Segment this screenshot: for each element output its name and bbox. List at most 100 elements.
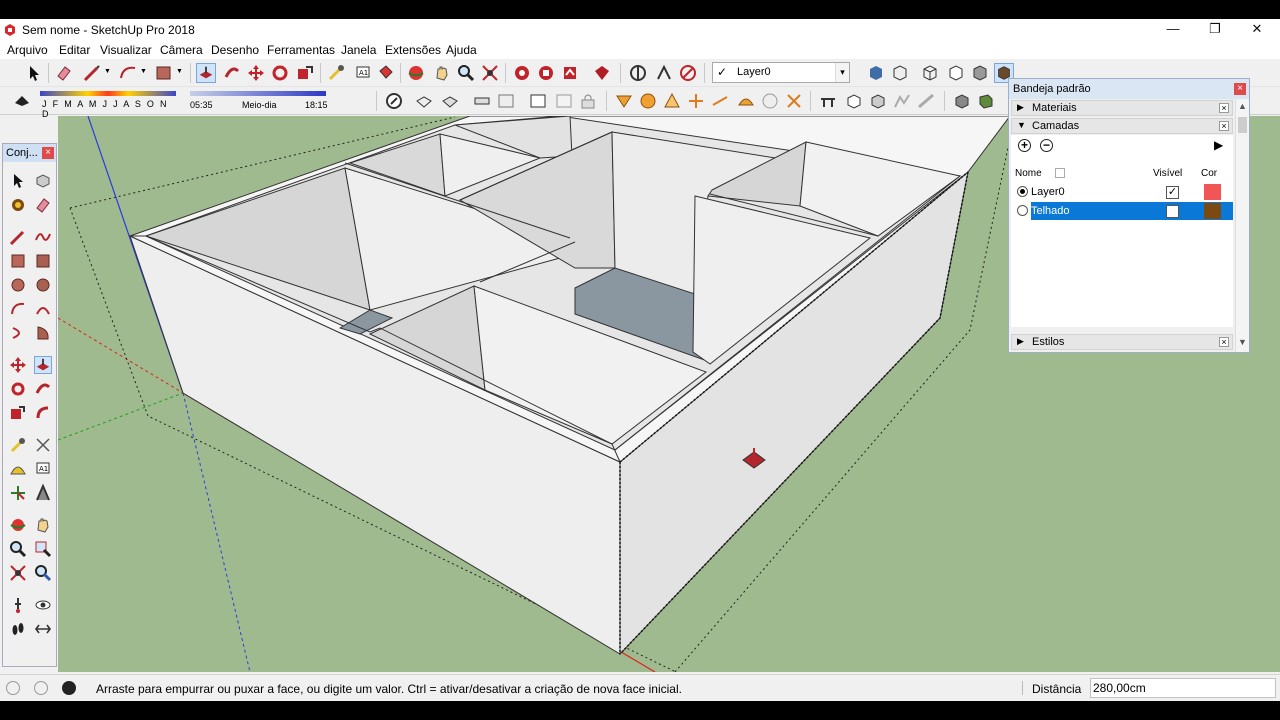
rotate-icon[interactable] <box>9 380 27 398</box>
protractor-icon[interactable] <box>9 460 27 478</box>
photo-textures-icon[interactable] <box>916 91 936 111</box>
hidden-line-style-icon[interactable] <box>946 63 966 83</box>
sandbox-from-contours-icon[interactable] <box>384 91 404 111</box>
follow-me-icon[interactable] <box>222 63 242 83</box>
eraser-icon[interactable] <box>34 196 52 214</box>
section-plane-icon[interactable] <box>34 620 52 638</box>
active-layer-radio[interactable] <box>1017 205 1028 216</box>
expand-arrow-icon[interactable]: ▶ <box>1017 336 1024 347</box>
circle-icon[interactable] <box>9 276 27 294</box>
user-account-icon[interactable] <box>62 681 76 695</box>
drape-icon[interactable] <box>496 91 516 111</box>
layer-name[interactable]: Layer0 <box>1031 183 1163 201</box>
push-pull-icon[interactable] <box>196 63 216 83</box>
line-pencil-icon[interactable] <box>82 63 102 83</box>
layer-row[interactable]: Telhado <box>1011 202 1233 220</box>
scroll-up-icon[interactable]: ▲ <box>1238 101 1247 111</box>
chevron-down-icon[interactable]: ▾ <box>835 63 849 82</box>
menu-editar[interactable]: Editar <box>59 43 90 57</box>
active-layer-radio[interactable] <box>1017 186 1028 197</box>
shadows-toggle-icon[interactable] <box>12 91 32 111</box>
orbit-icon[interactable] <box>406 63 426 83</box>
pie-icon[interactable] <box>34 324 52 342</box>
wireframe-style-icon[interactable] <box>920 63 940 83</box>
layer-dropdown[interactable]: ✓ Layer0 ▾ <box>712 62 850 83</box>
rotated-rectangle-icon[interactable] <box>34 252 52 270</box>
share-model-icon[interactable] <box>560 63 580 83</box>
shadow-date-slider[interactable]: J F M A M J J A S O N D <box>40 91 176 119</box>
rectangle-icon[interactable] <box>9 252 27 270</box>
section-plane-icon[interactable] <box>628 63 648 83</box>
extension-warehouse-icon[interactable] <box>592 63 612 83</box>
freehand-icon[interactable] <box>34 228 52 246</box>
arc-icon[interactable] <box>9 300 27 318</box>
rotate-icon[interactable] <box>270 63 290 83</box>
tray-scrollbar[interactable]: ▲ ▼ <box>1235 99 1249 352</box>
tape-measure-icon[interactable] <box>9 436 27 454</box>
close-icon[interactable]: × <box>42 147 54 159</box>
zoom-extents-icon[interactable] <box>9 564 27 582</box>
follow-me-icon[interactable] <box>34 380 52 398</box>
paint-bucket-icon[interactable] <box>9 196 27 214</box>
close-icon[interactable]: × <box>1219 337 1229 347</box>
display-section-planes-icon[interactable] <box>678 63 698 83</box>
geolocation-icon[interactable] <box>6 681 20 695</box>
smoove-icon[interactable] <box>440 91 460 111</box>
tray-section-materials[interactable]: ▶ Materiais × <box>1011 100 1233 116</box>
box-solid-icon[interactable] <box>868 91 888 111</box>
flip-edge-icon[interactable] <box>554 91 574 111</box>
layer-color-swatch[interactable] <box>1204 184 1221 200</box>
scroll-down-icon[interactable]: ▼ <box>1238 337 1247 347</box>
close-icon[interactable]: × <box>1219 103 1229 113</box>
menu-janela[interactable]: Janela <box>341 43 376 57</box>
tray-section-layers[interactable]: ▼ Camadas × <box>1011 118 1233 134</box>
offset-icon[interactable] <box>34 404 52 422</box>
two-point-arc-icon[interactable] <box>34 300 52 318</box>
lock-icon[interactable] <box>578 91 598 111</box>
pan-hand-icon[interactable] <box>432 63 452 83</box>
xray-style-icon[interactable] <box>866 63 886 83</box>
top-view-icon[interactable] <box>976 91 996 111</box>
expand-arrow-icon[interactable]: ▶ <box>1017 102 1024 113</box>
select-arrow-icon[interactable] <box>24 63 44 83</box>
split-icon[interactable] <box>760 91 780 111</box>
scale-icon[interactable] <box>295 63 315 83</box>
minimize-button[interactable]: — <box>1150 19 1196 41</box>
column-header-visible[interactable]: Visível <box>1153 168 1182 179</box>
zoom-icon[interactable] <box>9 540 27 558</box>
menu-ferramentas[interactable]: Ferramentas <box>267 43 335 57</box>
back-edges-style-icon[interactable] <box>890 63 910 83</box>
layer-row[interactable]: Layer0 ✓ <box>1011 183 1233 201</box>
axes-icon[interactable] <box>686 91 706 111</box>
move-icon[interactable] <box>246 63 266 83</box>
scrollbar-thumb[interactable] <box>1238 117 1247 133</box>
location-icon[interactable] <box>818 91 838 111</box>
push-pull-icon[interactable] <box>34 356 52 374</box>
delete-layer-button[interactable]: − <box>1040 139 1053 152</box>
close-button[interactable]: ✕ <box>1234 19 1280 41</box>
menu-ajuda[interactable]: Ajuda <box>446 43 477 57</box>
collapse-arrow-icon[interactable]: ▼ <box>1017 120 1026 130</box>
warehouse-icon[interactable] <box>512 63 532 83</box>
shell-icon[interactable] <box>784 91 804 111</box>
walk-footprints-icon[interactable] <box>9 620 27 638</box>
menu-visualizar[interactable]: Visualizar <box>100 43 152 57</box>
rectangle-shape-icon[interactable] <box>154 63 174 83</box>
layer-color-swatch[interactable] <box>1204 203 1221 219</box>
pan-hand-icon[interactable] <box>34 516 52 534</box>
chevron-down-icon[interactable]: ▼ <box>104 68 111 75</box>
layer-name[interactable]: Telhado <box>1031 202 1163 220</box>
move-icon[interactable] <box>9 356 27 374</box>
shadow-time-slider[interactable]: 05:35 Meio-dia 18:15 <box>190 91 330 111</box>
line-pencil-icon[interactable] <box>9 228 27 246</box>
credits-icon[interactable] <box>34 681 48 695</box>
polygon-icon[interactable] <box>34 276 52 294</box>
from-scratch-icon[interactable] <box>414 91 434 111</box>
layer-visible-checkbox[interactable] <box>1166 205 1179 218</box>
shaded-style-icon[interactable] <box>970 63 990 83</box>
orbit-icon[interactable] <box>9 516 27 534</box>
dimension-icon[interactable] <box>710 91 730 111</box>
add-layer-button[interactable]: + <box>1018 139 1031 152</box>
maximize-button[interactable]: ❐ <box>1192 19 1238 41</box>
chevron-down-icon[interactable]: ▼ <box>140 68 147 75</box>
